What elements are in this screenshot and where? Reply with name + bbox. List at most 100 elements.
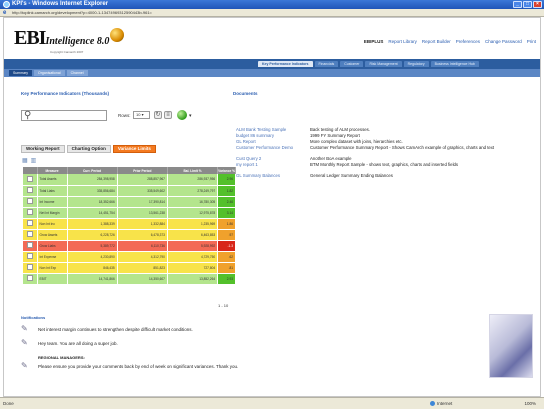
col-variance[interactable]: Variance % (217, 167, 236, 174)
notification-item: ✎ Hey team. You are all doing a super job… (21, 338, 421, 352)
main-nav: Key Performance Indicators Financials Cu… (4, 59, 540, 69)
subtab-summary[interactable]: Summary (9, 70, 32, 76)
cell-bal-limit: 6,463,853 (167, 229, 219, 241)
cell-bal-limit: 4,729,750 (167, 251, 219, 263)
print-link[interactable]: Print (527, 39, 536, 44)
notification-text: Hey team. You are all doing a super job. (38, 341, 118, 346)
table-row[interactable]: Grow Assets 6,228,726 6,478,373 6,463,853.9… (23, 229, 236, 241)
grid-view-icon[interactable]: ▦ (22, 157, 28, 164)
table-row[interactable]: Total Liabs 335,856,684 335,549,602 278,249… (23, 185, 236, 197)
address-url[interactable]: http://toplink.camarch.org/development?p… (12, 10, 152, 15)
filter-icon[interactable]: ≡ (164, 111, 172, 119)
document-link[interactable]: my report 1 (236, 162, 306, 167)
go-icon[interactable] (177, 110, 187, 120)
cell-prior-period: 13,561,238 (117, 207, 168, 219)
tab-kpi[interactable]: Key Performance Indicators (258, 61, 313, 67)
kpi-section-title: Key Performance Indicators (Thousands) (21, 91, 110, 96)
search-input[interactable] (34, 113, 104, 119)
cell-variance: 3.14 (217, 207, 236, 219)
document-link[interactable]: GL Summary Balances (236, 173, 306, 178)
pin-icon: ✎ (21, 361, 28, 370)
cell-curr-period: 14,451,754 (67, 207, 118, 219)
rows-select[interactable]: 10 ▾ (133, 111, 150, 119)
col-prior-period[interactable]: Prior Period (117, 167, 168, 174)
chart-view-icon[interactable]: ▥ (31, 157, 37, 164)
doc-icon (23, 262, 38, 274)
close-button[interactable]: × (533, 1, 542, 8)
table-row[interactable]: Int Expense 4,230,890 4,312,790 4,729,750.6… (23, 251, 236, 263)
top-links: EBIPLUS Report Library Report Builder Pr… (364, 39, 536, 44)
list-item: ALM Bank Testing Sample Back testing of A… (236, 127, 536, 132)
document-description: Another BoA example (310, 156, 352, 161)
tab-customer[interactable]: Customer (340, 61, 364, 67)
cell-bal-limit: 1,235,969 (167, 218, 219, 230)
cell-variance: 2.46 (217, 196, 236, 208)
col-measure[interactable]: Measure (37, 167, 68, 174)
cell-curr-period: 335,856,684 (67, 185, 118, 197)
window-controls: _ □ × (513, 1, 542, 8)
minimize-button[interactable]: _ (513, 1, 522, 8)
cell-curr-period: 846,435 (67, 262, 118, 274)
cell-prior-period: 288,857,967 (117, 174, 168, 186)
address-bar[interactable]: e http://toplink.camarch.org/development… (0, 9, 544, 17)
dropdown-arrow-icon[interactable]: ▾ (189, 113, 192, 119)
cell-variance: 2.93 (217, 273, 236, 285)
subtab-channel[interactable]: Channel (66, 70, 88, 76)
tab-bi-hub[interactable]: Business Intelligence Hub (430, 61, 479, 67)
report-library-link[interactable]: Report Library (388, 39, 417, 44)
report-builder-link[interactable]: Report Builder (422, 39, 451, 44)
document-link[interactable]: ALM Bank Testing Sample (236, 127, 306, 132)
refresh-icon[interactable]: ↻ (154, 111, 162, 119)
cell-measure: EBIT (37, 273, 68, 285)
documents-section-title: Documents (233, 91, 258, 96)
tab-regulatory[interactable]: Regulatory (403, 61, 429, 67)
table-row[interactable]: Non Int Inc 1,388,339 1,332,884 1,235,969 1.… (23, 218, 236, 230)
cell-curr-period: 18,352,666 (67, 196, 118, 208)
cell-bal-limit: 12,975,878 (167, 207, 219, 219)
document-link[interactable]: GL Report (236, 139, 306, 144)
notifications-list: ✎ Net interest margin continues to streng… (21, 324, 421, 375)
change-password-link[interactable]: Change Password (485, 39, 522, 44)
doc-icon (23, 240, 38, 252)
cell-curr-period: 6,228,726 (67, 229, 118, 241)
table-row[interactable]: Grow Liabs 5,389,772 6,110,736 5,928,992 -1.… (23, 240, 236, 252)
document-link[interactable]: Customer Performance Demo (236, 145, 306, 150)
tab-working-report[interactable]: Working Report (21, 145, 65, 153)
cell-variance: -1.3 (217, 240, 236, 252)
document-icon (26, 275, 33, 281)
col-bal-limit[interactable]: Bal. Limit % (167, 167, 219, 174)
view-icons: ▦ ▥ (22, 157, 36, 164)
doc-icon (23, 174, 38, 186)
pager: 1 - 10 (218, 303, 229, 308)
document-description: 1999 FY Summary Report (310, 133, 360, 138)
table-row[interactable]: Int Income 18,352,666 17,390,814 16,780,305… (23, 196, 236, 208)
cell-bal-limit: 727,804 (167, 262, 219, 274)
document-icon (26, 253, 33, 259)
document-icon (26, 264, 33, 270)
tab-financials[interactable]: Financials (314, 61, 339, 67)
cell-prior-period: 6,110,736 (117, 240, 168, 252)
table-row[interactable]: Total Assets 284,398,958 288,857,967 286,93… (23, 174, 236, 186)
pin-icon: ✎ (21, 338, 28, 347)
zoom-level[interactable]: 100% (524, 398, 536, 409)
documents-list: ALM Bank Testing Sample Back testing of A… (236, 127, 536, 179)
subtab-organisational[interactable]: Organisational (33, 70, 65, 76)
notification-text: REGIONAL MANAGERS: (38, 355, 85, 360)
rows-label: Rows: (118, 113, 131, 118)
tab-variance-limits[interactable]: Variance Limits (112, 145, 156, 153)
document-link[interactable]: Cust Query 2 (236, 156, 306, 161)
cell-curr-period: 4,230,890 (67, 251, 118, 263)
document-description: Back testing of ALM processes. (310, 127, 370, 132)
table-row[interactable]: Net Int Margin 14,451,754 13,561,238 12,975… (23, 207, 236, 219)
maximize-button[interactable]: □ (523, 1, 532, 8)
tab-charting-option[interactable]: Charting Option (66, 145, 111, 153)
col-curr-period[interactable]: Curr. Period (67, 167, 118, 174)
window-titlebar: KPI's - Windows Internet Explorer _ □ × (0, 0, 544, 9)
tab-risk-management[interactable]: Risk Management (365, 61, 402, 67)
cell-prior-period: 6,478,373 (117, 229, 168, 241)
search-box[interactable]: ⚲ (21, 110, 107, 121)
document-link[interactable]: budget 86 summary (236, 133, 306, 138)
table-row[interactable]: EBIT 14,741,866 14,350,607 13,852,264 2.93 (23, 273, 236, 285)
table-row[interactable]: Non Int Exp 846,435 851,823 727,804.81 (23, 262, 236, 274)
preferences-link[interactable]: Preferences (456, 39, 480, 44)
